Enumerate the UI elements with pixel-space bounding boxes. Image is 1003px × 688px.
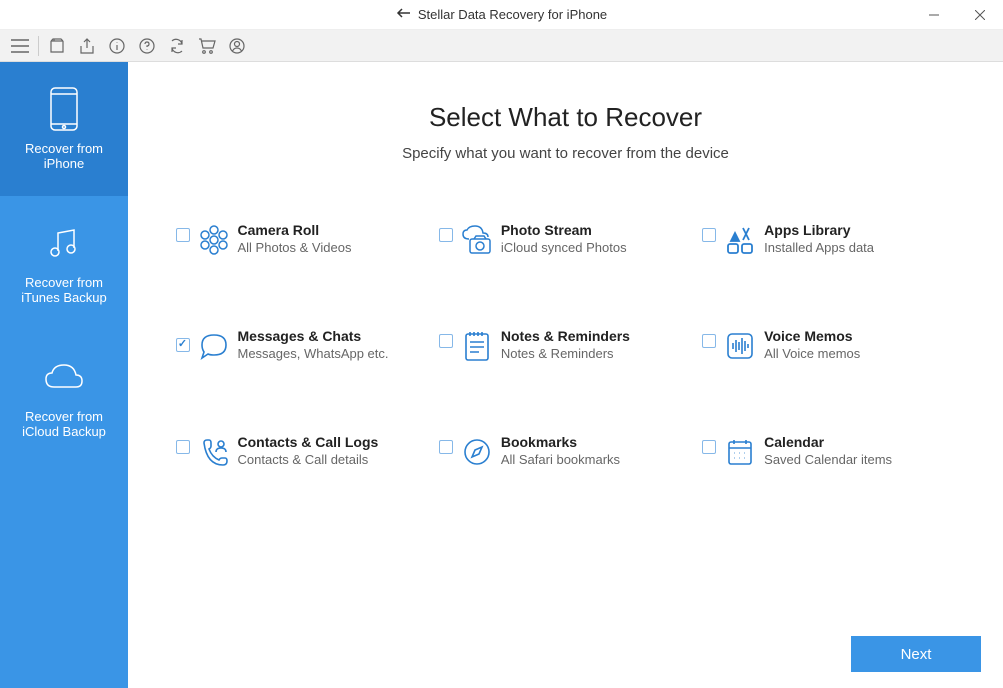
option-title: Photo Stream [501, 222, 627, 238]
checkbox[interactable] [176, 228, 190, 242]
chat-bubble-icon [196, 328, 232, 364]
checkbox[interactable] [439, 440, 453, 454]
page-title: Select What to Recover [128, 102, 1003, 133]
minimize-button[interactable] [911, 0, 957, 30]
waveform-icon [722, 328, 758, 364]
option-desc: All Voice memos [764, 346, 860, 361]
export-icon[interactable] [73, 32, 101, 60]
apps-icon [722, 222, 758, 258]
option-contacts-calls[interactable]: Contacts & Call Logs Contacts & Call det… [176, 434, 429, 470]
notepad-icon [459, 328, 495, 364]
menu-button[interactable] [6, 32, 34, 60]
cloud-icon [42, 355, 86, 399]
user-icon[interactable] [223, 32, 251, 60]
option-title: Bookmarks [501, 434, 620, 450]
back-arrow-icon [396, 7, 412, 22]
window-title: Stellar Data Recovery for iPhone [418, 7, 607, 22]
cloud-camera-icon [459, 222, 495, 258]
checkbox[interactable] [702, 228, 716, 242]
option-title: Messages & Chats [238, 328, 389, 344]
info-icon[interactable] [103, 32, 131, 60]
sidebar: Recover from iPhone Recover from iTunes … [0, 62, 128, 688]
next-button[interactable]: Next [851, 636, 981, 672]
main-header: Select What to Recover Specify what you … [128, 62, 1003, 182]
save-report-icon[interactable] [43, 32, 71, 60]
option-title: Contacts & Call Logs [238, 434, 379, 450]
sidebar-item-label: Recover from iPhone [8, 141, 120, 171]
checkbox[interactable] [176, 440, 190, 454]
option-title: Calendar [764, 434, 892, 450]
cart-icon[interactable] [193, 32, 221, 60]
checkbox[interactable] [439, 228, 453, 242]
option-apps-library[interactable]: Apps Library Installed Apps data [702, 222, 955, 258]
option-voice-memos[interactable]: Voice Memos All Voice memos [702, 328, 955, 364]
option-title: Voice Memos [764, 328, 860, 344]
option-desc: iCloud synced Photos [501, 240, 627, 255]
option-messages-chats[interactable]: Messages & Chats Messages, WhatsApp etc. [176, 328, 429, 364]
window-title-wrap: Stellar Data Recovery for iPhone [396, 7, 607, 22]
option-title: Notes & Reminders [501, 328, 630, 344]
calendar-icon [722, 434, 758, 470]
option-desc: Notes & Reminders [501, 346, 630, 361]
refresh-icon[interactable] [163, 32, 191, 60]
music-note-icon [42, 221, 86, 265]
divider [38, 36, 39, 56]
sidebar-item-recover-iphone[interactable]: Recover from iPhone [0, 62, 128, 196]
close-button[interactable] [957, 0, 1003, 30]
checkbox[interactable] [176, 338, 190, 352]
checkbox[interactable] [702, 334, 716, 348]
main-panel: Select What to Recover Specify what you … [128, 62, 1003, 688]
sidebar-item-label: Recover from iTunes Backup [8, 275, 120, 305]
option-desc: All Photos & Videos [238, 240, 352, 255]
option-desc: Contacts & Call details [238, 452, 379, 467]
toolbar [0, 30, 1003, 62]
option-calendar[interactable]: Calendar Saved Calendar items [702, 434, 955, 470]
footer: Next [851, 636, 981, 672]
option-camera-roll[interactable]: Camera Roll All Photos & Videos [176, 222, 429, 258]
checkbox[interactable] [702, 440, 716, 454]
sidebar-item-recover-icloud[interactable]: Recover from iCloud Backup [0, 330, 128, 464]
sidebar-item-recover-itunes[interactable]: Recover from iTunes Backup [0, 196, 128, 330]
phone-user-icon [196, 434, 232, 470]
flower-icon [196, 222, 232, 258]
option-notes-reminders[interactable]: Notes & Reminders Notes & Reminders [439, 328, 692, 364]
option-bookmarks[interactable]: Bookmarks All Safari bookmarks [439, 434, 692, 470]
option-photo-stream[interactable]: Photo Stream iCloud synced Photos [439, 222, 692, 258]
option-desc: Saved Calendar items [764, 452, 892, 467]
titlebar: Stellar Data Recovery for iPhone [0, 0, 1003, 30]
help-icon[interactable] [133, 32, 161, 60]
phone-icon [42, 87, 86, 131]
option-title: Apps Library [764, 222, 874, 238]
sidebar-item-label: Recover from iCloud Backup [8, 409, 120, 439]
option-desc: Installed Apps data [764, 240, 874, 255]
checkbox[interactable] [439, 334, 453, 348]
options-grid: Camera Roll All Photos & Videos Photo St… [176, 222, 956, 470]
option-title: Camera Roll [238, 222, 352, 238]
window-controls [911, 0, 1003, 30]
page-subtitle: Specify what you want to recover from th… [128, 145, 1003, 162]
option-desc: All Safari bookmarks [501, 452, 620, 467]
option-desc: Messages, WhatsApp etc. [238, 346, 389, 361]
compass-icon [459, 434, 495, 470]
